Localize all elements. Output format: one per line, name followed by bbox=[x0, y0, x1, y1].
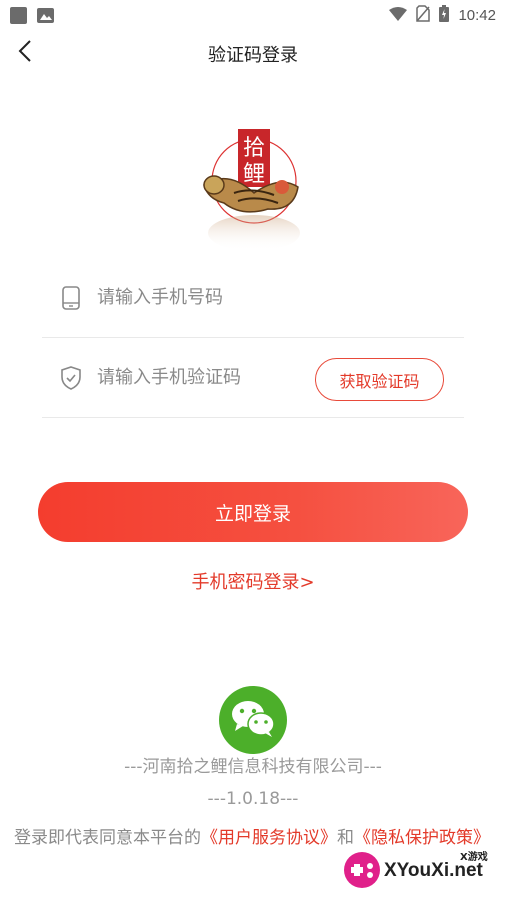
wechat-icon bbox=[229, 698, 277, 742]
phone-input[interactable] bbox=[97, 287, 307, 308]
site-watermark: X游戏 XYouXi.net bbox=[340, 844, 506, 896]
login-button[interactable]: 立即登录 bbox=[38, 482, 468, 542]
battery-icon bbox=[439, 4, 450, 26]
watermark-brand: XYouXi.net bbox=[384, 860, 483, 881]
svg-text:拾: 拾 bbox=[243, 136, 265, 161]
app-version: ---1.0.18--- bbox=[207, 789, 299, 809]
company-name: ---河南拾之鲤信息科技有限公司--- bbox=[124, 757, 382, 777]
app-logo: 拾 鲤 bbox=[198, 125, 306, 257]
verification-code-input[interactable] bbox=[97, 367, 307, 388]
status-bar: 10:42 bbox=[0, 0, 506, 30]
wechat-login-button[interactable] bbox=[219, 686, 287, 754]
svg-text:鲤: 鲤 bbox=[243, 162, 265, 187]
wifi-icon bbox=[389, 6, 408, 25]
gamepad-logo-icon bbox=[344, 852, 380, 888]
get-code-button[interactable]: 获取验证码 bbox=[315, 358, 444, 401]
mobile-phone-icon bbox=[59, 285, 83, 310]
gallery-notification-icon bbox=[37, 7, 54, 23]
no-sim-icon bbox=[416, 4, 431, 26]
notification-square-icon bbox=[10, 6, 27, 24]
user-agreement-link[interactable]: 《用户服务协议》 bbox=[201, 828, 337, 848]
status-time: 10:42 bbox=[458, 6, 496, 24]
page-title: 验证码登录 bbox=[208, 45, 298, 66]
agreement-prefix: 登录即代表同意本平台的 bbox=[14, 828, 201, 848]
shield-check-icon bbox=[59, 365, 83, 390]
header: 验证码登录 bbox=[0, 30, 506, 76]
phone-row bbox=[42, 258, 464, 338]
verification-code-row: 获取验证码 bbox=[42, 338, 464, 418]
password-login-link[interactable]: 手机密码登录> bbox=[0, 568, 506, 594]
